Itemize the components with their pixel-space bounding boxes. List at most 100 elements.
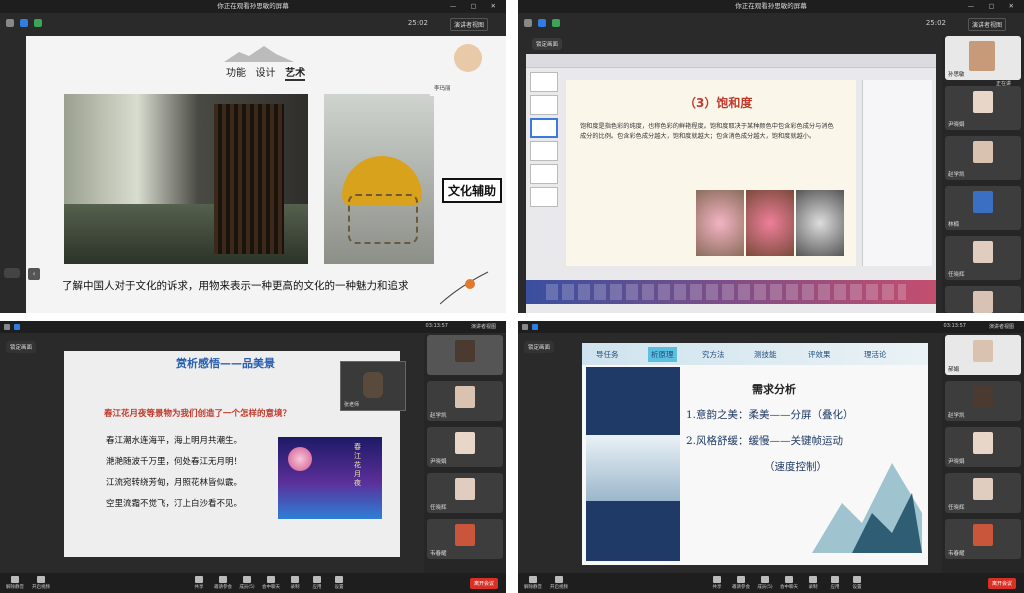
poem-line: 空里流霜不觉飞，汀上白沙看不见。 bbox=[106, 499, 243, 509]
share-button[interactable]: 共享 bbox=[188, 576, 210, 590]
participant-tile[interactable]: 孙思敏 bbox=[945, 36, 1021, 80]
poem-painting: 春江花月夜 bbox=[278, 437, 382, 519]
participant-rail: 赵学凯 尹晓娟 任晓辉 韦春耀 bbox=[424, 335, 506, 573]
slide-thumbnails[interactable] bbox=[530, 72, 558, 272]
slide-heading: 需求分析 bbox=[752, 383, 796, 396]
video-button[interactable]: 开启视频 bbox=[548, 576, 570, 590]
video-button[interactable]: 开启视频 bbox=[30, 576, 52, 590]
participant-tile[interactable]: 林楠 bbox=[945, 186, 1021, 230]
info-icon[interactable] bbox=[522, 324, 528, 330]
speaker-tile[interactable]: 李玛丽 bbox=[430, 38, 506, 96]
signal-icon bbox=[34, 19, 42, 27]
avatar bbox=[455, 340, 475, 362]
participant-tile[interactable]: 任晓辉 bbox=[945, 473, 1021, 513]
info-icon[interactable] bbox=[6, 19, 14, 27]
screen-share-panel-3: 03:13:57 演讲者视图 锁定画面 赏析感悟——品美景 春江花月夜等景物为我… bbox=[0, 321, 506, 593]
mac-dock[interactable] bbox=[526, 280, 936, 304]
avatar bbox=[969, 41, 995, 71]
participant-tile[interactable]: 尹晓娟 bbox=[945, 427, 1021, 467]
meeting-clock: 25:02 bbox=[407, 19, 428, 27]
participant-tile[interactable] bbox=[945, 286, 1021, 313]
avatar bbox=[973, 524, 993, 546]
leave-meeting-button[interactable]: 离开会议 bbox=[987, 578, 1016, 589]
nav-design: 设计 bbox=[255, 68, 276, 79]
mute-button[interactable]: 解除静音 bbox=[4, 576, 26, 590]
poem-lines: 春江潮水连海平，海上明月共潮生。 滟滟随波千万里，何处春江无月明！ 江流宛转绕芳… bbox=[106, 431, 242, 515]
nav-function: 功能 bbox=[226, 68, 246, 79]
collapse-arrow-icon[interactable]: ‹ bbox=[28, 268, 40, 280]
info-icon[interactable] bbox=[524, 19, 532, 27]
participant-rail: 郝娟 赵学凯 尹晓娟 任晓辉 韦春耀 bbox=[942, 335, 1024, 573]
avatar bbox=[973, 478, 993, 500]
avatar bbox=[973, 191, 993, 213]
chat-button[interactable]: 会中聊天 bbox=[778, 576, 800, 590]
current-slide: （3）饱和度 饱和度是指色彩的纯度，也称色彩的鲜艳程度。饱和度取决于某种颜色中包… bbox=[566, 80, 856, 266]
participant-tile[interactable]: 赵学凯 bbox=[945, 381, 1021, 421]
view-mode-button[interactable]: 演讲者视图 bbox=[989, 323, 1014, 330]
participant-tile[interactable]: 赵学凯 bbox=[427, 381, 503, 421]
slide-nav: 功能 设计 艺术 bbox=[226, 64, 306, 81]
record-button[interactable]: 录制 bbox=[284, 576, 306, 590]
share-button[interactable]: 共享 bbox=[706, 576, 728, 590]
painting-caption: 春江花月夜 bbox=[354, 443, 361, 487]
poem-line: 滟滟随波千万里，何处春江无月明！ bbox=[106, 457, 243, 467]
window-controls[interactable]: — ▢ ✕ bbox=[450, 0, 502, 13]
participant-tile[interactable]: 韦春耀 bbox=[945, 519, 1021, 559]
slide-item-1: 1.意韵之美：柔美——分屏（叠化） bbox=[686, 409, 854, 421]
window-title: 你正在观看孙思敏的屏幕 bbox=[735, 2, 807, 10]
slide-bullet: 饱和度是指色彩的纯度，也称色彩的鲜艳程度。饱和度取决于某种颜色中包含彩色成分与消… bbox=[580, 123, 834, 140]
view-mode-button[interactable]: 演讲者视图 bbox=[471, 323, 496, 330]
participant-tile[interactable]: 赵学凯 bbox=[945, 136, 1021, 180]
shield-icon bbox=[20, 19, 28, 27]
info-icon[interactable] bbox=[4, 324, 10, 330]
participant-tile[interactable]: 郝娟 bbox=[945, 335, 1021, 375]
speaker-name: 李玛丽 bbox=[434, 86, 451, 92]
chat-button[interactable]: 会中聊天 bbox=[260, 576, 282, 590]
lock-view-button[interactable]: 锁定画面 bbox=[532, 38, 563, 50]
participant-tile[interactable]: 任晓辉 bbox=[945, 236, 1021, 280]
participant-rail: 孙思敏 正在讲 尹晓娟 赵学凯 林楠 任晓辉 bbox=[942, 36, 1024, 313]
lock-view-button[interactable]: 锁定画面 bbox=[524, 341, 555, 353]
members-button[interactable]: 成员(5) bbox=[754, 576, 776, 590]
mic-toggle-icon[interactable] bbox=[4, 268, 20, 278]
inspector-panel[interactable] bbox=[862, 80, 932, 266]
shield-icon bbox=[538, 19, 546, 27]
window-controls[interactable]: — ▢ ✕ bbox=[968, 0, 1020, 13]
mute-button[interactable]: 解除静音 bbox=[522, 576, 544, 590]
meeting-topbar: 25:02 演讲者视图 bbox=[0, 13, 506, 35]
window-titlebar: 你正在观看孙思敏的屏幕 — ▢ ✕ bbox=[0, 0, 506, 13]
participant-tile[interactable]: 尹晓娟 bbox=[427, 427, 503, 467]
view-mode-button[interactable]: 演讲者视图 bbox=[967, 18, 1006, 31]
participant-tile[interactable]: 韦春耀 bbox=[427, 519, 503, 559]
participant-tile[interactable]: 尹晓娟 bbox=[945, 86, 1021, 130]
leave-meeting-button[interactable]: 离开会议 bbox=[469, 578, 498, 589]
apps-button[interactable]: 应用 bbox=[306, 576, 328, 590]
avatar bbox=[973, 141, 993, 163]
view-mode-button[interactable]: 演讲者视图 bbox=[449, 18, 488, 31]
participant-tile[interactable] bbox=[427, 335, 503, 375]
poem-line: 江流宛转绕芳甸，月照花林皆似霰。 bbox=[106, 478, 243, 488]
apps-button[interactable]: 应用 bbox=[824, 576, 846, 590]
meeting-toolbar: 解除静音 开启视频 共享 邀请参会 成员(5) 会中聊天 录制 应用 设置 离开… bbox=[518, 573, 1024, 593]
screen-share-panel-4: 03:13:57 演讲者视图 锁定画面 导任务 析原理 究方法 测技能 评效果 … bbox=[518, 321, 1024, 593]
chair-photo bbox=[324, 94, 434, 264]
invite-button[interactable]: 邀请参会 bbox=[212, 576, 234, 590]
meeting-topbar: 25:02 演讲者视图 bbox=[518, 13, 1024, 35]
record-button[interactable]: 录制 bbox=[802, 576, 824, 590]
avatar bbox=[455, 432, 475, 454]
window-titlebar: 你正在观看孙思敏的屏幕 — ▢ ✕ bbox=[518, 0, 1024, 13]
members-button[interactable]: 成员(5) bbox=[236, 576, 258, 590]
signal-icon bbox=[552, 19, 560, 27]
settings-button[interactable]: 设置 bbox=[328, 576, 350, 590]
avatar bbox=[973, 432, 993, 454]
lock-view-button[interactable]: 锁定画面 bbox=[6, 341, 37, 353]
settings-button[interactable]: 设置 bbox=[846, 576, 868, 590]
screen-share-panel-2: 你正在观看孙思敏的屏幕 — ▢ ✕ 25:02 演讲者视图 锁定画面 （3）饱和… bbox=[518, 0, 1024, 313]
meeting-topbar: 03:13:57 演讲者视图 bbox=[0, 321, 506, 333]
slide-nav: 导任务 析原理 究方法 测技能 评效果 理活论 bbox=[582, 343, 928, 365]
participant-tile[interactable]: 任晓辉 bbox=[427, 473, 503, 513]
invite-button[interactable]: 邀请参会 bbox=[730, 576, 752, 590]
shared-slide: 导任务 析原理 究方法 测技能 评效果 理活论 需求分析 1.意韵之美：柔美——… bbox=[582, 343, 928, 565]
speaker-pip[interactable]: 张老师 bbox=[340, 361, 406, 411]
avatar bbox=[973, 386, 993, 408]
